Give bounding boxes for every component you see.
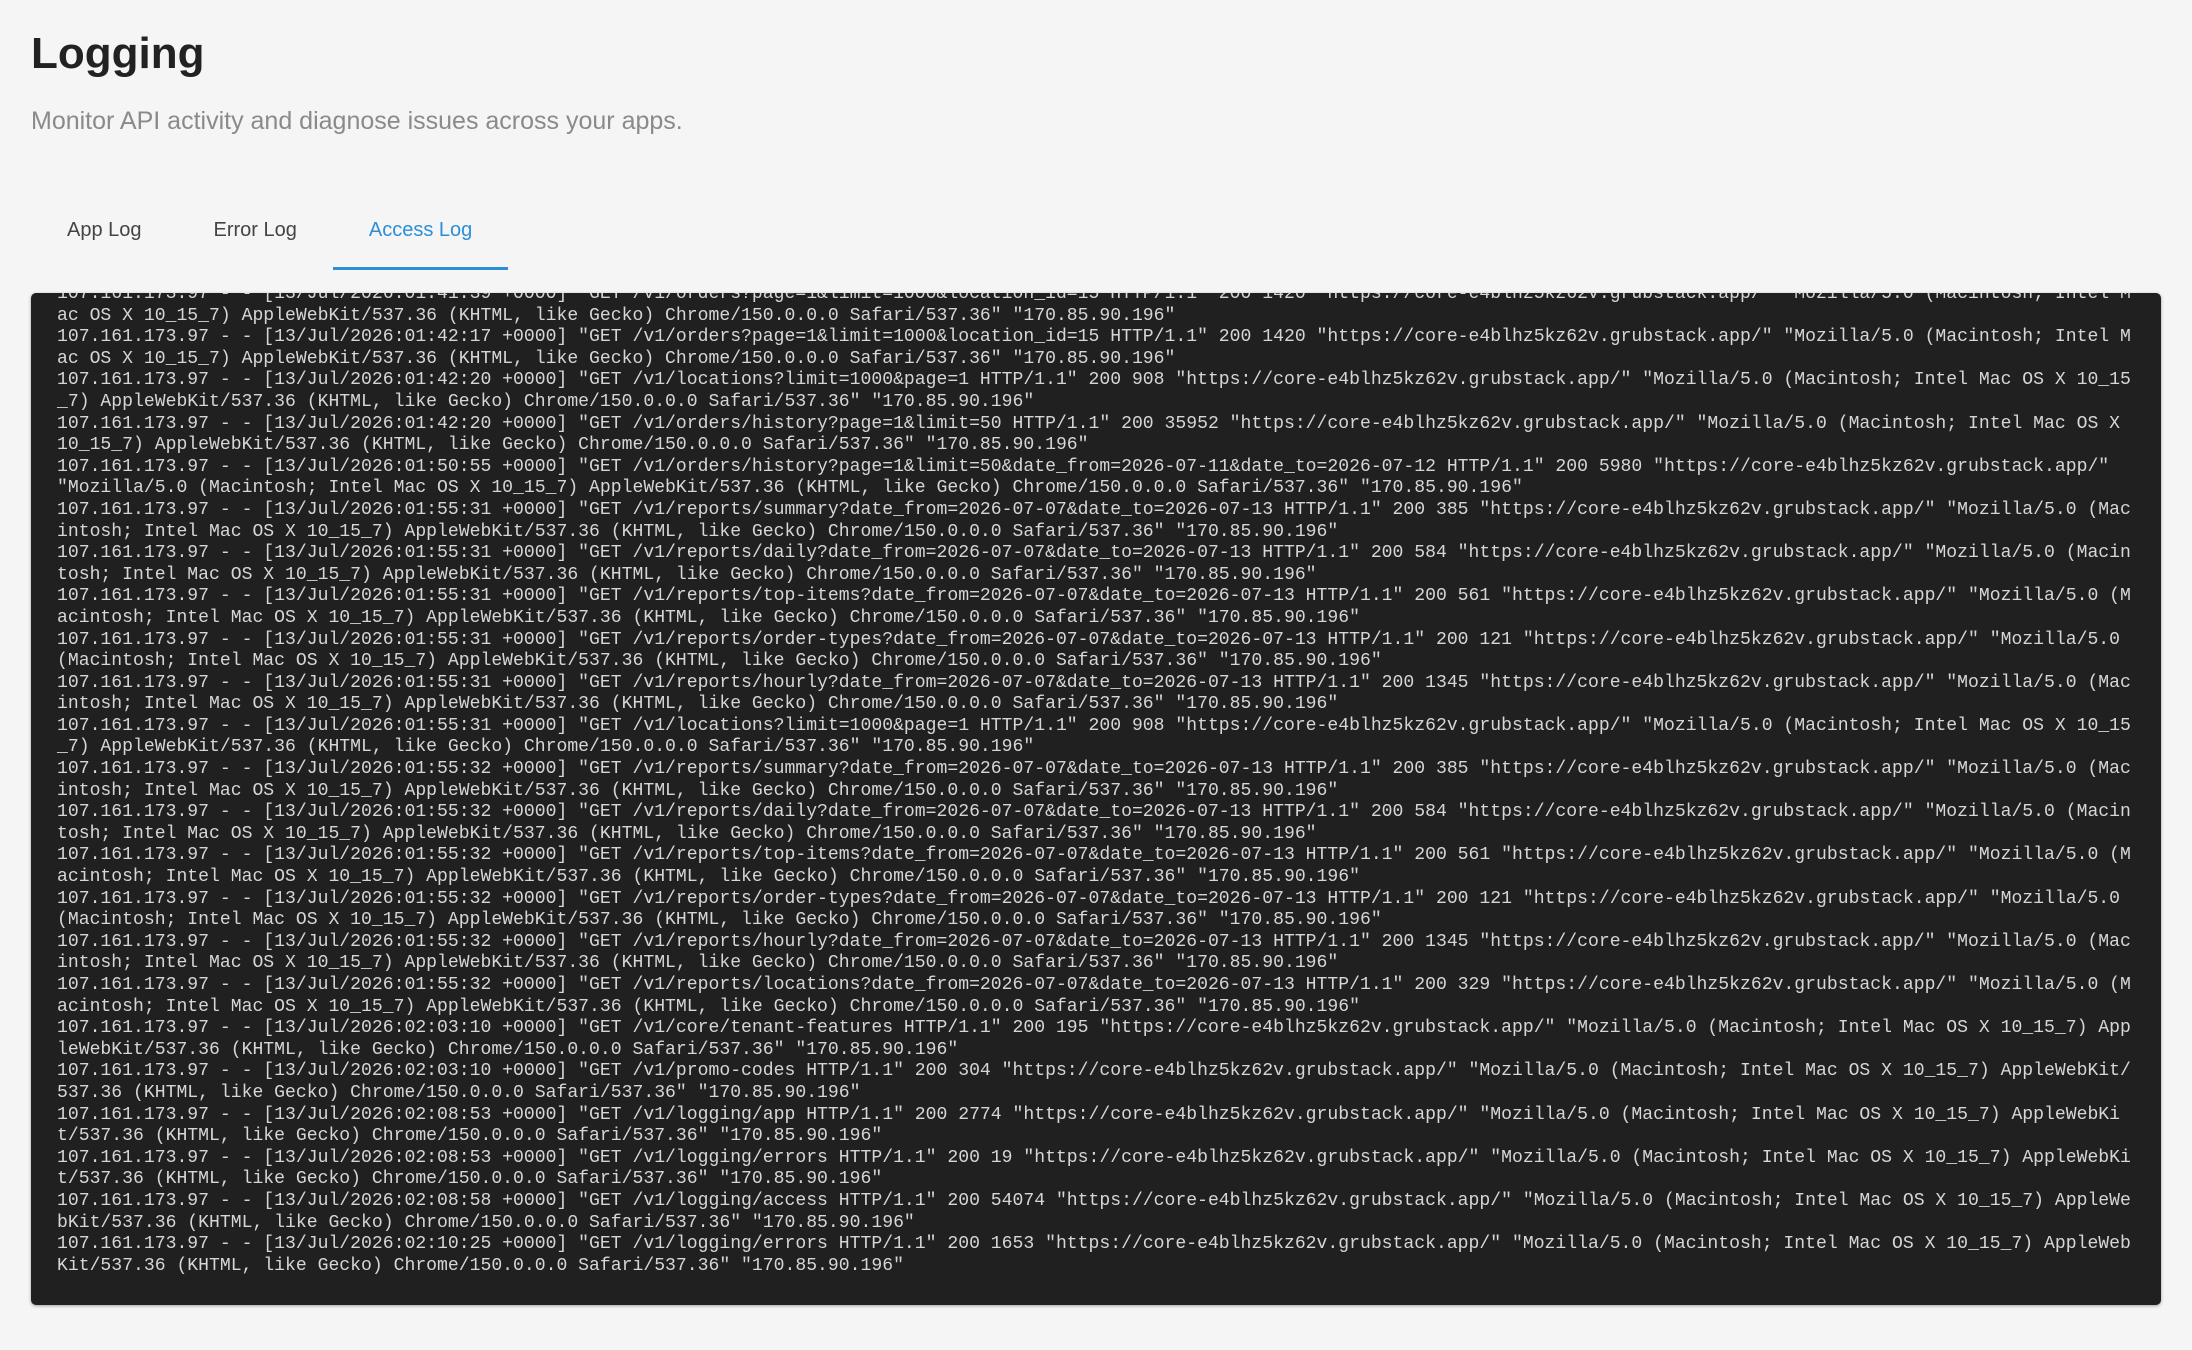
access-log-text[interactable]: 107.161.173.97 - - [13/Jul/2026:01:41:39… [57, 293, 2133, 1277]
log-line: 107.161.173.97 - - [13/Jul/2026:01:55:32… [57, 975, 2131, 1017]
log-line: 107.161.173.97 - - [13/Jul/2026:02:03:10… [57, 1018, 2131, 1060]
log-line: 107.161.173.97 - - [13/Jul/2026:01:42:17… [57, 327, 2131, 369]
logging-page: Logging Monitor API activity and diagnos… [0, 0, 2192, 1350]
log-tabs: App Log Error Log Access Log [31, 196, 509, 270]
log-line: 107.161.173.97 - - [13/Jul/2026:01:55:32… [57, 931, 2131, 974]
tab-app-log[interactable]: App Log [31, 196, 178, 270]
log-line: 107.161.173.97 - - [13/Jul/2026:01:55:31… [57, 629, 2131, 672]
log-line: 107.161.173.97 - - [13/Jul/2026:01:55:31… [57, 543, 2131, 585]
log-line: 107.161.173.97 - - [13/Jul/2026:01:55:32… [57, 759, 2131, 801]
log-line: 107.161.173.97 - - [13/Jul/2026:01:55:31… [57, 672, 2131, 715]
log-line: 107.161.173.97 - - [13/Jul/2026:02:08:53… [57, 1147, 2131, 1190]
log-line: 107.161.173.97 - - [13/Jul/2026:02:03:10… [57, 1061, 2131, 1103]
log-line: 107.161.173.97 - - [13/Jul/2026:01:42:20… [57, 370, 2131, 412]
access-log-scroll-area[interactable]: 107.161.173.97 - - [13/Jul/2026:01:41:39… [31, 293, 2161, 1305]
tab-error-log[interactable]: Error Log [178, 196, 333, 270]
log-line: 107.161.173.97 - - [13/Jul/2026:02:10:25… [57, 1234, 2131, 1276]
page-title: Logging [31, 29, 205, 78]
log-line: 107.161.173.97 - - [13/Jul/2026:01:55:31… [57, 715, 2131, 758]
access-log-panel: 107.161.173.97 - - [13/Jul/2026:01:41:39… [31, 293, 2161, 1305]
log-line: 107.161.173.97 - - [13/Jul/2026:01:41:39… [57, 293, 2131, 326]
log-line: 107.161.173.97 - - [13/Jul/2026:01:50:55… [57, 456, 2121, 499]
log-line: 107.161.173.97 - - [13/Jul/2026:01:55:32… [57, 845, 2131, 888]
page-subtitle: Monitor API activity and diagnose issues… [31, 107, 683, 135]
log-line: 107.161.173.97 - - [13/Jul/2026:01:55:31… [57, 586, 2131, 628]
log-line: 107.161.173.97 - - [13/Jul/2026:01:42:20… [57, 413, 2131, 456]
tab-access-log[interactable]: Access Log [332, 196, 509, 270]
log-line: 107.161.173.97 - - [13/Jul/2026:01:55:32… [57, 802, 2131, 844]
log-line: 107.161.173.97 - - [13/Jul/2026:01:55:31… [57, 499, 2131, 542]
log-line: 107.161.173.97 - - [13/Jul/2026:02:08:58… [57, 1190, 2131, 1233]
log-line: 107.161.173.97 - - [13/Jul/2026:02:08:53… [57, 1104, 2121, 1147]
log-line: 107.161.173.97 - - [13/Jul/2026:01:55:32… [57, 888, 2131, 931]
